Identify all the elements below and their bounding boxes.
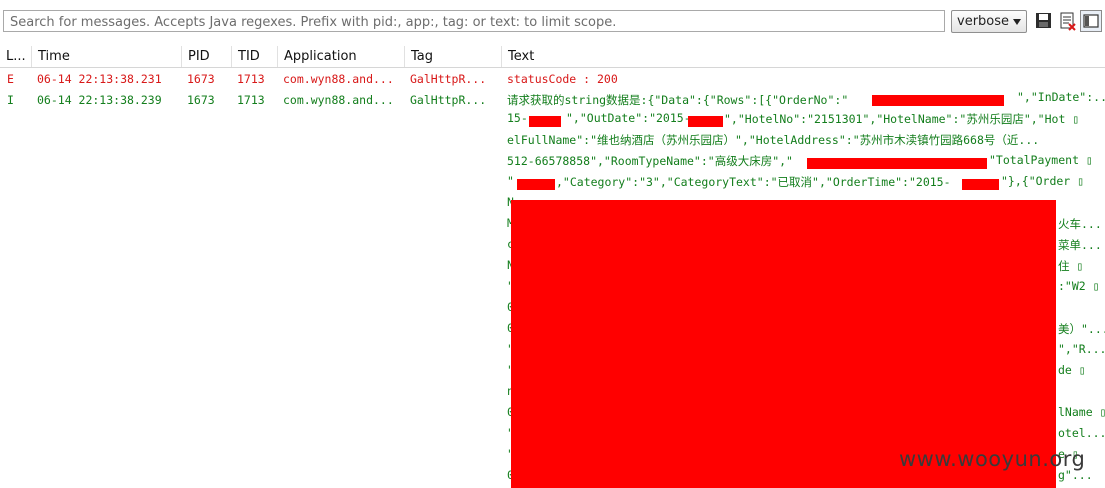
log-application: com.wyn88.and... (283, 93, 394, 107)
log-text-fragment: ","OutDate":"2015- (566, 111, 691, 125)
watermark: www.wooyun.org (899, 447, 1086, 471)
log-text-fragment: ,"Category":"3","CategoryText":"已取消","Or… (556, 175, 951, 189)
log-level-value: verbose (957, 14, 1010, 29)
log-text: 请求获取的string数据是:{"Data":{"Rows":[{"OrderN… (507, 93, 849, 107)
log-text-fragment: 火车... (1058, 217, 1102, 231)
log-text-fragment: 512-66578858","RoomTypeName":"高级大床房"," (507, 154, 793, 168)
search-input[interactable] (4, 12, 944, 33)
redaction-block (688, 116, 723, 127)
log-table-body[interactable]: E 06-14 22:13:38.231 1673 1713 com.wyn88… (0, 69, 1105, 488)
log-level: E (7, 72, 14, 86)
panel-toggle-icon (1083, 14, 1099, 28)
log-text-fragment: 美）"... (1058, 322, 1105, 336)
column-pid[interactable]: PID (181, 46, 231, 67)
log-text-fragment: ","InDate":... (1017, 90, 1105, 104)
log-tid: 1713 (237, 93, 265, 107)
log-time: 06-14 22:13:38.239 (37, 93, 162, 107)
log-text-fragment: "},{"Order ▯ (1001, 174, 1085, 188)
column-tag[interactable]: Tag (404, 46, 501, 67)
log-text-fragment: elFullName":"维也纳酒店（苏州乐园店）","HotelAddress… (507, 133, 1040, 147)
log-text-fragment: 15- (507, 111, 528, 125)
log-text-fragment: ","HotelNo":"2151301","HotelName":"苏州乐园店… (724, 112, 1080, 126)
log-text-fragment: " (507, 174, 514, 188)
log-text-fragment: lName ▯ (1058, 405, 1105, 419)
column-level[interactable]: L... (0, 46, 31, 67)
column-application[interactable]: Application (277, 46, 404, 67)
log-tid: 1713 (237, 72, 265, 86)
redaction-block (529, 116, 561, 127)
redaction-block (511, 200, 1056, 488)
redaction-block (872, 95, 1004, 106)
log-time: 06-14 22:13:38.231 (37, 72, 162, 86)
log-text-fragment: :"W2 ▯ (1058, 279, 1100, 293)
clear-log-icon (1060, 12, 1076, 31)
log-text-fragment: 菜单... (1058, 238, 1102, 252)
log-table-header: L... Time PID TID Application Tag Text (0, 46, 1105, 68)
log-text: statusCode : 200 (507, 72, 618, 86)
chevron-down-icon (1013, 19, 1021, 25)
search-field[interactable] (3, 10, 945, 33)
log-text-fragment: ","R... (1058, 342, 1105, 356)
toolbar: verbose (0, 0, 1105, 44)
save-button[interactable] (1034, 11, 1054, 31)
log-tag: GalHttpR... (410, 72, 487, 86)
log-level: I (7, 93, 14, 107)
log-text-fragment: 住 ▯ (1058, 259, 1084, 273)
clear-log-button[interactable] (1058, 11, 1078, 31)
log-level-select[interactable]: verbose (951, 10, 1027, 33)
log-text-fragment: de ▯ (1058, 363, 1086, 377)
redaction-block (517, 179, 555, 190)
log-pid: 1673 (187, 93, 215, 107)
column-tid[interactable]: TID (231, 46, 277, 67)
log-pid: 1673 (187, 72, 215, 86)
log-text-fragment: otel... (1058, 426, 1105, 440)
log-text-fragment: "TotalPayment ▯ (989, 153, 1093, 167)
redaction-block (962, 179, 999, 190)
redaction-block (807, 158, 987, 169)
column-text[interactable]: Text (501, 46, 1105, 67)
save-icon (1036, 13, 1051, 28)
log-tag: GalHttpR... (410, 93, 487, 107)
column-time[interactable]: Time (31, 46, 181, 67)
log-application: com.wyn88.and... (283, 72, 394, 86)
toggle-filters-button[interactable] (1080, 10, 1102, 32)
